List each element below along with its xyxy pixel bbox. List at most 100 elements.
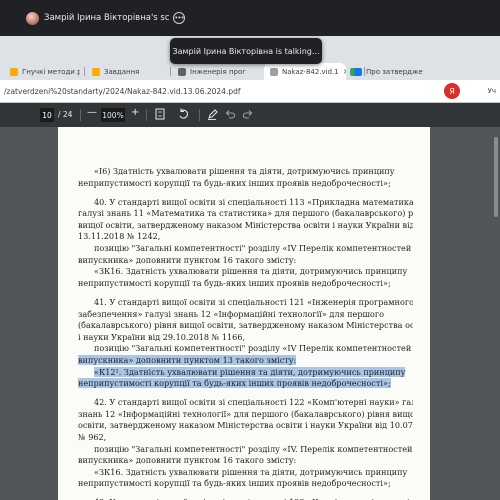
tab-separator (170, 67, 171, 76)
line-text: 40. У стандарті вищої освіти зі спеціаль… (94, 196, 413, 207)
avatar (26, 11, 39, 25)
document-line: неприпустимості корупції та будь-яких ін… (78, 478, 413, 490)
document-line: «ЗК16. Здатність ухвалювати рішення та д… (78, 467, 413, 479)
divider (80, 109, 81, 121)
tab-active-pdf[interactable]: Nakaz-842.vid.1 × (264, 63, 346, 80)
browser-window: Гнучкі методи р Завдання Інженерія прог … (0, 36, 500, 500)
highlighted-text: випускника» доповнити пунктом 13 такого … (78, 354, 297, 365)
profile-label[interactable]: Уч (488, 87, 496, 95)
document-line: 41. У стандарті вищої освіти зі спеціаль… (78, 297, 413, 309)
line-text: 41. У стандарті вищої освіти зі спеціаль… (94, 296, 413, 307)
document-line: «К12¹. Здатність ухвалювати рішення та д… (78, 366, 413, 379)
line-text: неприпустимості корупції та будь-яких ін… (78, 277, 391, 288)
tab-item[interactable]: Завдання (86, 63, 156, 80)
document-line: випускника» доповнити пунктом 16 такого … (78, 455, 413, 467)
document-line: № 962, (78, 432, 413, 444)
document-line: 42. У стандарті вищої освіти зі спеціаль… (78, 397, 413, 409)
profile-avatar[interactable]: Я (444, 83, 460, 99)
page-total: / 24 (58, 110, 73, 119)
line-text: забезпечення» галузі знань 12 «Інформаці… (78, 308, 385, 319)
tab-label: Інженерія прог (190, 67, 246, 76)
document-line: позицію "Загальні компетентності" розділ… (78, 243, 413, 255)
document-paragraph: 42. У стандарті вищої освіти зі спеціаль… (78, 397, 413, 490)
line-text: № 962, (78, 431, 107, 442)
line-text: неприпустимості корупції та будь-яких ін… (78, 478, 391, 489)
scrollbar[interactable] (494, 137, 498, 217)
divider (199, 109, 200, 121)
pdf-viewer[interactable]: «І6) Здатність ухвалювати рішення та дія… (0, 127, 500, 500)
line-text: позицію "Загальні компетентності" розділ… (94, 343, 412, 354)
page-number-input[interactable]: 10 (40, 108, 54, 122)
tab-label: Про затвердже (366, 67, 423, 76)
line-text: і науки України від 29.10.2018 № 1166, (78, 331, 246, 342)
document-line: вищої освіти, затвердженому наказом Міні… (78, 220, 413, 232)
tab-favicon-icon (270, 67, 278, 76)
line-text: позицію "Загальні компетентності" розділ… (94, 243, 412, 254)
line-text: 13.11.2018 № 1242, (78, 231, 161, 242)
highlighter-icon[interactable] (207, 108, 218, 123)
document-line: позицію "Загальні компетентності" розділ… (78, 343, 413, 355)
document-line: 40. У стандарті вищої освіти зі спеціаль… (78, 197, 413, 209)
fit-page-icon[interactable] (155, 108, 165, 123)
tab-label: Гнучкі методи р (22, 67, 80, 76)
tab-item[interactable]: Гнучкі методи р (4, 63, 80, 80)
line-text: позицію "Загальні компетентності" розділ… (94, 443, 413, 454)
undo-icon[interactable] (224, 108, 236, 123)
line-text: випускника» доповнити пунктом 16 такого … (78, 254, 297, 265)
line-text: «ЗК16. Здатність ухвалювати рішення та д… (94, 466, 408, 477)
zoom-out-button[interactable]: — (87, 107, 97, 118)
share-title: Замрій Ірина Вікторівна's screer (44, 13, 169, 23)
document-line: галузі знань 11 «Математика та статистик… (78, 208, 413, 220)
document-line: випускника» доповнити пунктом 16 такого … (78, 255, 413, 267)
tab-favicon-icon (178, 67, 186, 76)
url-text[interactable]: /zatverdzeni%20standarty/2024/Nakaz-842.… (4, 87, 241, 96)
tab-label: Завдання (104, 67, 140, 76)
document-line: «ЗК16. Здатність ухвалювати рішення та д… (78, 266, 413, 278)
pdf-page: «І6) Здатність ухвалювати рішення та дія… (58, 127, 430, 500)
highlighted-text: «К12¹. Здатність ухвалювати рішення та д… (94, 366, 406, 377)
document-paragraph: 41. У стандарті вищої освіти зі спеціаль… (78, 297, 413, 390)
zoom-input[interactable]: 100% (101, 108, 125, 122)
document-line: і науки України від 29.10.2018 № 1166, (78, 332, 413, 344)
redo-icon[interactable] (242, 108, 254, 123)
tab-favicon-icon (10, 67, 18, 76)
document-line: знань 12 «Інформаційні технології» для п… (78, 409, 413, 421)
more-options-icon[interactable]: ••• (173, 12, 185, 24)
tab-favicon-icon (92, 67, 100, 76)
divider (146, 109, 147, 121)
document-line: (бакалаврського) рівня вищої освіти, зат… (78, 320, 413, 332)
line-text: 42. У стандарті вищої освіти зі спеціаль… (94, 397, 413, 408)
line-text: знань 12 «Інформаційні технології» для п… (78, 408, 413, 419)
document-line: випускника» доповнити пунктом 13 такого … (78, 354, 413, 367)
tab-favicon-icon (354, 67, 362, 76)
line-text: освіти, затвердженому наказом Міністерст… (78, 420, 413, 431)
line-text: «І6) Здатність ухвалювати рішення та дія… (94, 166, 395, 176)
document-line: неприпустимості корупції та будь-яких ін… (78, 278, 413, 290)
tab-item[interactable]: Про затвердже (348, 63, 426, 80)
screen: Замрій Ірина Вікторівна's screer ••• Зам… (0, 0, 500, 500)
highlighted-text: неприпустимості корупції та будь-яких ін… (78, 378, 391, 389)
zoom-in-button[interactable]: + (131, 107, 139, 118)
tab-label: Nakaz-842.vid.1 (282, 67, 339, 76)
address-bar[interactable]: /zatverdzeni%20standarty/2024/Nakaz-842.… (0, 80, 500, 102)
line-text: галузі знань 11 «Математика та статистик… (78, 208, 413, 219)
document-line: неприпустимості корупції та будь-яких ін… (78, 178, 413, 190)
pdf-toolbar: 10 / 24 — 100% + (0, 103, 500, 127)
document-line: позицію "Загальні компетентності" розділ… (78, 444, 413, 456)
rotate-icon[interactable] (178, 108, 190, 123)
document-line: забезпечення» галузі знань 12 «Інформаці… (78, 309, 413, 321)
tab-item[interactable]: Інженерія прог (172, 63, 256, 80)
document-line: освіти, затвердженому наказом Міністерст… (78, 420, 413, 432)
line-text: вищої освіти, затвердженому наказом Міні… (78, 219, 413, 230)
talking-toast: Замрій Ірина Вікторівна is talking... (170, 38, 322, 64)
tab-separator (84, 67, 85, 76)
document-line: неприпустимості корупції та будь-яких ін… (78, 378, 413, 390)
line-text: (бакалаврського) рівня вищої освіти, зат… (78, 320, 413, 331)
document-text: «І6) Здатність ухвалювати рішення та дія… (78, 166, 413, 500)
line-text: випускника» доповнити пунктом 16 такого … (78, 455, 297, 466)
document-line: «І6) Здатність ухвалювати рішення та дія… (78, 166, 413, 178)
screen-share-bar: Замрій Ірина Вікторівна's screer ••• (0, 0, 500, 36)
line-text: «ЗК16. Здатність ухвалювати рішення та д… (94, 266, 408, 277)
document-paragraph: 40. У стандарті вищої освіти зі спеціаль… (78, 197, 413, 290)
document-paragraph: «І6) Здатність ухвалювати рішення та дія… (78, 166, 413, 189)
